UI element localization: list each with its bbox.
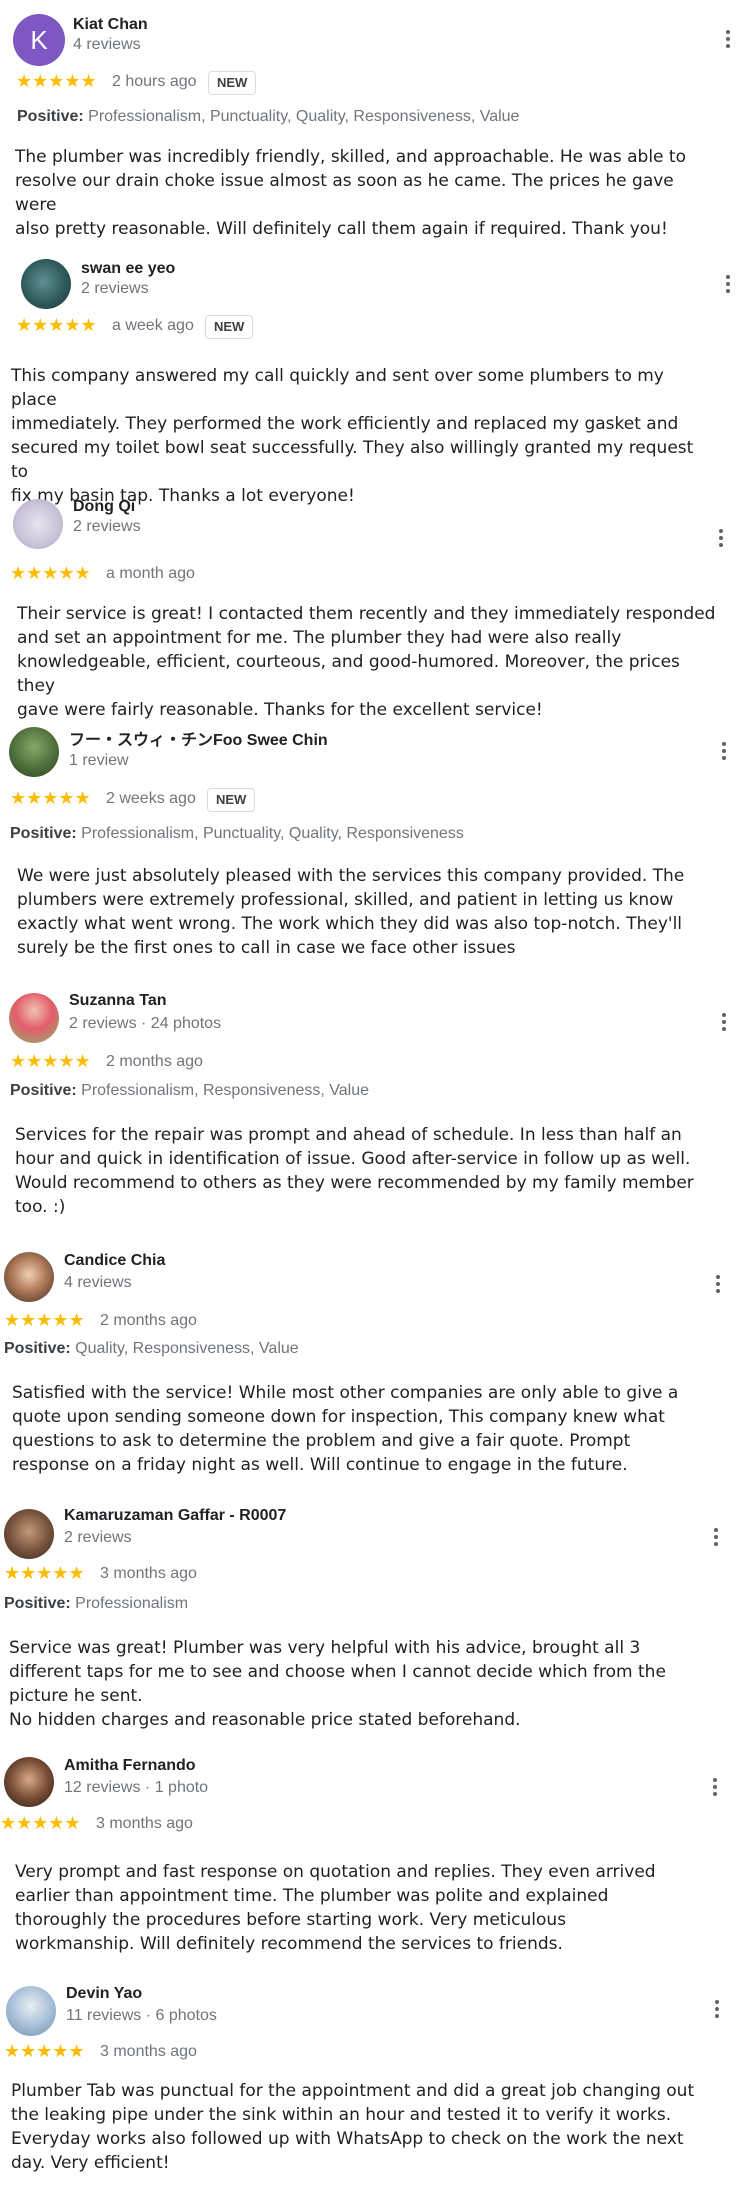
reviewer-meta: 2 reviews: [64, 1529, 132, 1546]
positive-attributes: Positive: Professionalism: [4, 1595, 188, 1613]
positive-label: Positive:: [10, 825, 77, 842]
positive-label: Positive:: [10, 1082, 77, 1099]
reviewer-name[interactable]: Candice Chia: [64, 1252, 165, 1270]
review-card: swan ee yeo 2 reviews ★★★★★ a week ago N…: [0, 240, 746, 506]
review-text: Plumber Tab was punctual for the appoint…: [11, 2081, 695, 2173]
review-text: Their service is great! I contacted them…: [17, 604, 716, 720]
avatar[interactable]: [9, 993, 59, 1043]
reviewer-meta: 2 reviews · 24 photos: [69, 1015, 222, 1032]
positive-label: Positive:: [4, 1595, 71, 1612]
more-options-icon[interactable]: [714, 739, 734, 765]
review-time: a week ago: [112, 317, 194, 334]
review-time: 2 hours ago: [112, 73, 197, 90]
reviewer-name[interactable]: Dong Qi: [73, 498, 135, 516]
positive-attributes: Positive: Professionalism, Punctuality, …: [10, 825, 464, 843]
review-text: This company answered my call quickly an…: [11, 366, 694, 506]
reviewer-meta: 2 reviews: [73, 518, 141, 535]
review-card: K Kiat Chan 4 reviews ★★★★★ 2 hours ago …: [0, 0, 746, 240]
review-card: Devin Yao 11 reviews · 6 photos ★★★★★ 3 …: [0, 1975, 746, 2190]
star-rating: ★★★★★: [16, 315, 97, 335]
review-card: Candice Chia 4 reviews ★★★★★ 2 months ag…: [0, 1240, 746, 1495]
star-rating: ★★★★★: [4, 1310, 85, 1330]
review-card: フー・スウィ・チンFoo Swee Chin 1 review ★★★★★ 2 …: [0, 715, 746, 980]
avatar[interactable]: [4, 1509, 54, 1559]
new-badge: NEW: [208, 71, 257, 95]
more-options-icon[interactable]: [718, 27, 738, 53]
review-time: 2 months ago: [100, 1312, 197, 1329]
avatar[interactable]: [9, 727, 59, 777]
review-text: The plumber was incredibly friendly, ski…: [15, 147, 686, 239]
more-options-icon[interactable]: [707, 1997, 727, 2023]
reviewer-meta: 1 review: [69, 752, 129, 769]
review-card: Suzanna Tan 2 reviews · 24 photos ★★★★★ …: [0, 980, 746, 1240]
review-text: Very prompt and fast response on quotati…: [15, 1862, 656, 1954]
star-rating: ★★★★★: [10, 563, 91, 583]
review-text: Service was great! Plumber was very help…: [9, 1638, 666, 1730]
star-rating: ★★★★★: [10, 1051, 91, 1071]
star-rating: ★★★★★: [4, 2041, 85, 2061]
more-options-icon[interactable]: [714, 1010, 734, 1036]
review-text: Services for the repair was prompt and a…: [15, 1125, 694, 1217]
review-card: Dong Qi 2 reviews ★★★★★ a month ago Thei…: [0, 490, 746, 720]
review-time: 2 weeks ago: [106, 790, 196, 807]
positive-list: Professionalism, Responsiveness, Value: [81, 1082, 369, 1099]
review-time: 3 months ago: [96, 1815, 193, 1832]
review-card: Kamaruzaman Gaffar - R0007 2 reviews ★★★…: [0, 1495, 746, 1745]
positive-attributes: Positive: Professionalism, Punctuality, …: [17, 108, 519, 126]
star-rating: ★★★★★: [10, 788, 91, 808]
star-rating: ★★★★★: [0, 1813, 81, 1833]
reviewer-meta: 12 reviews · 1 photo: [64, 1779, 209, 1796]
reviewer-name[interactable]: swan ee yeo: [81, 260, 175, 278]
positive-list: Professionalism, Punctuality, Quality, R…: [81, 825, 464, 842]
more-options-icon[interactable]: [708, 1272, 728, 1298]
avatar[interactable]: [4, 1757, 54, 1807]
review-text: Satisfied with the service! While most o…: [12, 1383, 679, 1475]
avatar[interactable]: [21, 259, 71, 309]
star-rating: ★★★★★: [4, 1563, 85, 1583]
positive-list: Professionalism: [75, 1595, 189, 1612]
review-time: 3 months ago: [100, 1565, 197, 1582]
review-time: 3 months ago: [100, 2043, 197, 2060]
review-text: We were just absolutely pleased with the…: [17, 866, 685, 958]
reviewer-name[interactable]: Devin Yao: [66, 1985, 142, 2003]
avatar[interactable]: [6, 1986, 56, 2036]
positive-attributes: Positive: Quality, Responsiveness, Value: [4, 1340, 299, 1358]
positive-label: Positive:: [4, 1340, 71, 1357]
review-time: 2 months ago: [106, 1053, 203, 1070]
reviewer-meta: 11 reviews · 6 photos: [66, 2007, 217, 2024]
more-options-icon[interactable]: [718, 272, 738, 298]
star-rating: ★★★★★: [16, 71, 97, 91]
reviewer-name[interactable]: Kiat Chan: [73, 16, 148, 34]
more-options-icon[interactable]: [711, 526, 731, 552]
review-time: a month ago: [106, 565, 195, 582]
reviewer-meta: 4 reviews: [73, 36, 141, 53]
avatar[interactable]: K: [13, 14, 65, 66]
review-card: Amitha Fernando 12 reviews · 1 photo ★★★…: [0, 1745, 746, 1975]
more-options-icon[interactable]: [705, 1775, 725, 1801]
more-options-icon[interactable]: [706, 1525, 726, 1551]
avatar[interactable]: [13, 499, 63, 549]
avatar[interactable]: [4, 1252, 54, 1302]
reviewer-meta: 2 reviews: [81, 280, 149, 297]
reviewer-name[interactable]: Kamaruzaman Gaffar - R0007: [64, 1507, 286, 1525]
positive-attributes: Positive: Professionalism, Responsivenes…: [10, 1082, 369, 1100]
positive-label: Positive:: [17, 108, 84, 125]
reviewer-name[interactable]: フー・スウィ・チンFoo Swee Chin: [69, 726, 328, 750]
new-badge: NEW: [207, 788, 256, 812]
reviewer-name[interactable]: Suzanna Tan: [69, 992, 167, 1010]
reviewer-meta: 4 reviews: [64, 1274, 132, 1291]
positive-list: Professionalism, Punctuality, Quality, R…: [88, 108, 520, 125]
reviewer-name[interactable]: Amitha Fernando: [64, 1757, 196, 1775]
positive-list: Quality, Responsiveness, Value: [75, 1340, 299, 1357]
new-badge: NEW: [205, 315, 254, 339]
